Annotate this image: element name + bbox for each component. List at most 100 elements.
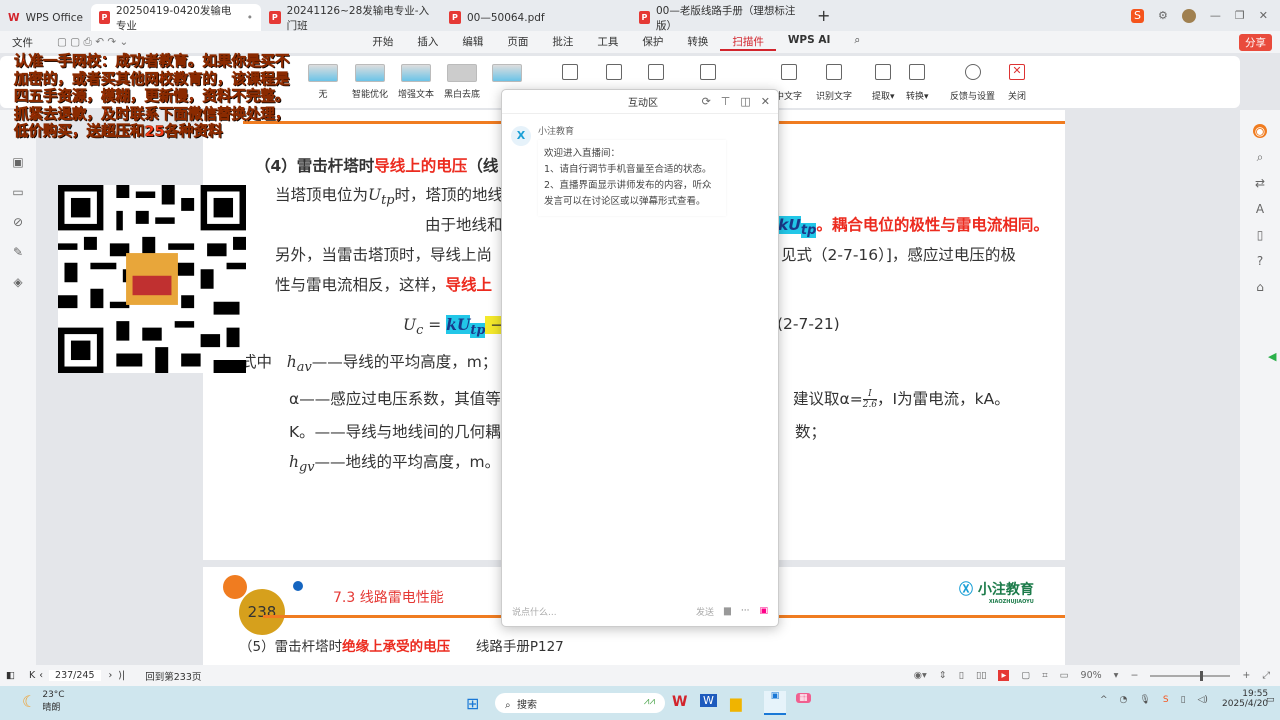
sidebar-toggle-icon[interactable]: ◧ — [6, 670, 15, 681]
word-taskbar-icon[interactable]: W — [700, 694, 717, 707]
weather-widget[interactable]: ☾ 23°C 晴朗 — [22, 690, 65, 713]
menu-page[interactable]: 页面 — [495, 34, 540, 51]
ribbon-feedback[interactable]: 反馈与设置 — [950, 64, 995, 102]
prev-page-icon[interactable]: ‹ — [39, 670, 43, 681]
thumbnail-icon[interactable]: ▣ — [11, 155, 25, 169]
search-icon[interactable]: ⌕ — [1253, 150, 1267, 164]
page-input[interactable]: 237/245 — [49, 670, 101, 681]
first-page-icon[interactable]: K — [29, 670, 35, 681]
menu-tools[interactable]: 工具 — [585, 34, 630, 51]
ribbon-tool-2[interactable] — [606, 64, 622, 89]
expand-panel-icon[interactable]: ◀ — [1268, 350, 1276, 363]
view-mode-icon[interactable]: ◉▾ — [914, 670, 927, 681]
menu-scan[interactable]: 扫描件 — [720, 34, 776, 51]
mic-icon[interactable]: 🎙 — [1139, 695, 1150, 705]
maximize-icon[interactable]: ❐ — [1235, 9, 1245, 23]
ribbon-bw-remove[interactable]: 黑白去底 — [444, 64, 480, 100]
fullscreen-icon[interactable]: ⤢ — [1262, 670, 1270, 681]
zoom-level[interactable]: 90% — [1081, 670, 1102, 681]
tools-icon[interactable]: ⌂ — [1253, 280, 1267, 294]
pin-icon[interactable]: ⊤ — [721, 95, 731, 108]
last-page-icon[interactable]: ⟩| — [118, 670, 125, 681]
zoom-in-button[interactable]: + — [1242, 670, 1250, 681]
close-tab-icon[interactable]: • — [247, 12, 253, 24]
tray-app-icon[interactable]: ◔ — [1120, 695, 1128, 705]
close-icon[interactable]: ✕ — [761, 95, 770, 108]
signature-icon[interactable]: ✎ — [11, 245, 25, 259]
ribbon-tool-4[interactable] — [700, 64, 716, 89]
more-icon[interactable]: ··· — [741, 606, 750, 616]
ribbon-close[interactable]: ✕ 关闭 — [1008, 64, 1026, 102]
menu-convert[interactable]: 转换 — [675, 34, 720, 51]
new-tab-icon[interactable]: + — [817, 6, 830, 25]
volume-icon[interactable]: ◁) — [1198, 695, 1208, 705]
ribbon-ocr[interactable]: 识别文字 — [816, 64, 852, 102]
send-button[interactable]: 发送 — [696, 605, 714, 618]
book-icon[interactable]: ▯ — [1253, 228, 1267, 242]
zoom-out-button[interactable]: − — [1130, 670, 1138, 681]
refresh-icon[interactable]: ⟳ — [702, 95, 711, 108]
book-icon[interactable]: ▭ — [1060, 670, 1069, 681]
menu-file[interactable]: 文件 — [0, 35, 45, 50]
menu-insert[interactable]: 插入 — [405, 34, 450, 51]
layers-icon[interactable]: ◈ — [11, 275, 25, 289]
ribbon-tool-3[interactable] — [648, 64, 664, 89]
bilibili-taskbar-icon[interactable]: ▦ — [796, 693, 811, 703]
taskbar-search[interactable]: ⌕ 搜索 ⩘⩘ — [495, 693, 665, 713]
read-mode-icon[interactable]: ▢ — [1021, 670, 1030, 681]
avatar[interactable] — [1181, 8, 1196, 23]
popout-icon[interactable]: ◫ — [740, 95, 750, 108]
wps-taskbar-icon[interactable]: W — [672, 694, 687, 710]
menu-start[interactable]: 开始 — [360, 34, 405, 51]
crop-icon[interactable]: ⌗ — [1042, 670, 1047, 681]
start-icon[interactable]: ⊞ — [466, 694, 479, 713]
explorer-taskbar-icon[interactable]: ▆ — [730, 694, 742, 712]
ribbon-enhance-text[interactable]: 增强文本 — [398, 64, 434, 100]
goto-page-link[interactable]: 回到第233页 — [145, 669, 201, 683]
scrollbar[interactable] — [772, 115, 776, 585]
settings-icon[interactable]: ⚙ — [1158, 9, 1168, 23]
next-page-icon[interactable]: › — [109, 670, 113, 681]
menu-comment[interactable]: 批注 — [540, 34, 585, 51]
fit-icon[interactable]: ⇕ — [939, 670, 947, 681]
ribbon-extract[interactable]: 提取▾ — [872, 64, 895, 102]
ribbon-convert[interactable]: 转换▾ — [906, 64, 929, 102]
translate-icon[interactable]: A — [1253, 202, 1267, 216]
ai-assistant-icon[interactable]: ◉ — [1253, 124, 1267, 138]
minimize-icon[interactable]: — — [1210, 9, 1221, 23]
ribbon-image-text[interactable]: 中文字 — [775, 64, 802, 102]
ribbon-tool-1[interactable] — [562, 64, 578, 89]
notification-icon[interactable]: ▭ — [1266, 695, 1275, 705]
attachment-icon[interactable]: ⊘ — [11, 215, 25, 229]
tray-expand-icon[interactable]: ^ — [1100, 695, 1108, 705]
double-page-icon[interactable]: ▯▯ — [976, 670, 986, 681]
single-page-icon[interactable]: ▯ — [959, 670, 964, 681]
menu-edit[interactable]: 编辑 — [450, 34, 495, 51]
replace-icon[interactable]: ⇄ — [1253, 176, 1267, 190]
menu-protect[interactable]: 保护 — [630, 34, 675, 51]
search-icon[interactable]: ⌕ — [842, 34, 872, 51]
gift-icon[interactable]: ▣ — [759, 606, 768, 616]
tab-doc-4[interactable]: P 00—老版线路手册（理想标注版） — [631, 4, 811, 32]
ribbon-smart-optimize[interactable]: 智能优化 — [352, 64, 388, 100]
help-icon[interactable]: ? — [1253, 254, 1267, 268]
quick-access-icons[interactable]: ▢ ▢ ⎙ ↶ ↷ ⌄ — [45, 36, 140, 49]
comment-icon[interactable]: ▭ — [11, 185, 25, 199]
sogou-tray-icon[interactable]: S — [1163, 695, 1169, 705]
chat-input[interactable]: 说点什么... — [512, 605, 686, 618]
folder-icon[interactable]: ▆ — [724, 606, 731, 616]
play-icon[interactable]: ▸ — [998, 670, 1010, 681]
tab-wps-home[interactable]: W WPS Office — [0, 4, 91, 31]
tab-doc-2[interactable]: P 20241126~28发输电专业-入门班 — [261, 4, 441, 32]
ribbon-none[interactable]: 无 — [308, 64, 338, 100]
zoom-slider[interactable] — [1150, 670, 1231, 681]
app-taskbar-icon-active[interactable]: ▣ — [764, 691, 786, 715]
zoom-dropdown-icon[interactable]: ▾ — [1114, 670, 1119, 681]
network-icon[interactable]: ▯ — [1181, 695, 1186, 705]
menu-wps-ai[interactable]: WPS AI — [776, 34, 843, 51]
close-window-icon[interactable]: ✕ — [1259, 9, 1268, 23]
tab-doc-1[interactable]: P 20250419-0420发输电专业 • — [90, 4, 261, 32]
tab-doc-3[interactable]: P 00—50064.pdf — [441, 4, 631, 31]
share-button[interactable]: 分享 — [1239, 33, 1272, 51]
sogou-ime-icon[interactable]: S — [1131, 8, 1145, 23]
